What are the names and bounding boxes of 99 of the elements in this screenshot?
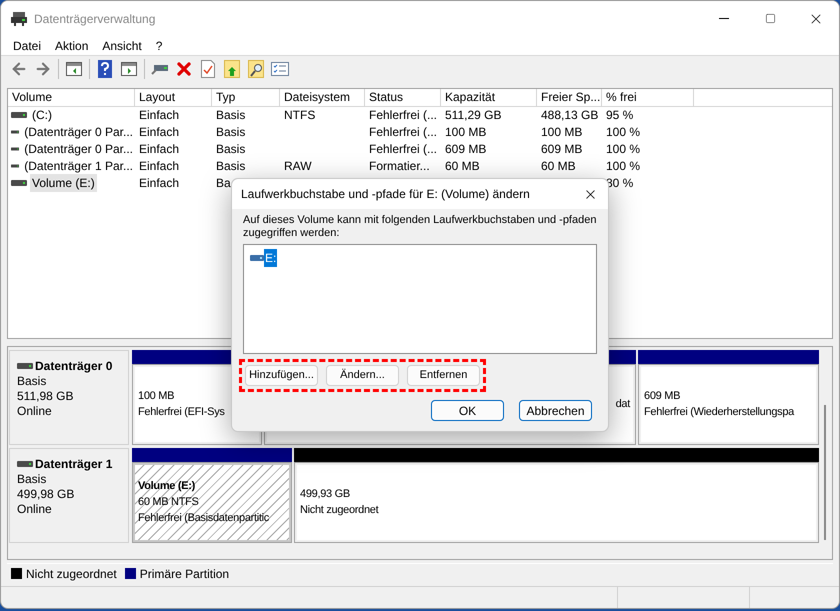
panel-icon	[66, 62, 82, 76]
menu-item[interactable]: Aktion	[49, 36, 94, 54]
menu-item[interactable]: Datei	[7, 36, 48, 54]
table-cell-text: Basis	[215, 107, 246, 124]
table-cell-text: NTFS	[283, 107, 316, 124]
partition-title: Volume (E:)	[138, 479, 196, 494]
disk-size: 499,98 GB	[17, 486, 76, 502]
column-header[interactable]: Freier Sp...	[537, 88, 602, 107]
disk-label-panel[interactable]: Datenträger 1 Basis 499,98 GB Online	[9, 448, 129, 543]
table-cell-text: 100 MB	[444, 124, 488, 142]
partition-text: 100 MB	[138, 389, 176, 404]
table-cell-text: Einfach	[138, 124, 180, 142]
drive-icon	[17, 362, 33, 370]
help-icon	[98, 60, 112, 78]
action-button[interactable]: Entfernen	[407, 365, 480, 386]
table-cell-text: Basis	[215, 141, 246, 158]
partition-text: 60 MB NTFS	[138, 495, 200, 510]
table-cell-text: Basis	[215, 124, 246, 142]
drive-icon	[151, 62, 169, 75]
table-cell-text: Einfach	[138, 107, 180, 124]
disk-type: Basis	[17, 374, 48, 389]
drive-entry[interactable]: (Datenträger 0 Par...	[22, 123, 135, 142]
forward-arrow-icon	[34, 60, 52, 78]
partition-text: Fehlerfrei (Basisdatenpartitic	[138, 511, 270, 526]
column-header[interactable]: Dateisystem	[280, 88, 365, 107]
drive-entry[interactable]: (C:)	[30, 106, 54, 124]
legend-label: Primäre Partition	[140, 566, 230, 583]
partition-block[interactable]: Volume (E:) 60 MB NTFS Fehlerfrei (Basisdatenpartitic	[132, 462, 292, 543]
column-header[interactable]: Volume	[8, 88, 135, 107]
table-cell-text: Basis	[215, 158, 246, 176]
partition-text: Fehlerfrei (EFI-Sys	[138, 405, 226, 420]
drive-icon	[11, 111, 27, 120]
action-button[interactable]: Hinzufügen...	[245, 365, 318, 386]
minimize-icon	[719, 18, 729, 19]
disk-status: Online	[17, 502, 53, 517]
search-folder-icon	[248, 60, 264, 78]
disk-type: Basis	[17, 472, 48, 487]
table-cell-text: Einfach	[138, 141, 180, 158]
table-cell-text: 609 MB	[540, 141, 584, 158]
column-header[interactable]: % frei	[602, 88, 694, 107]
table-cell-text: Einfach	[138, 158, 180, 176]
partition-text: Nicht zugeordnet	[300, 503, 380, 518]
table-cell-text: 609 MB	[444, 141, 488, 158]
table-cell-text: 95 %	[605, 107, 634, 124]
dialog-button[interactable]: Abbrechen	[519, 400, 592, 421]
menu-item[interactable]: Ansicht	[96, 36, 148, 54]
checklist-icon	[271, 62, 289, 76]
dialog-description: Auf dieses Volume kann mit folgenden Laufwerkbuchstaben und -pfaden zugegriffen werden:	[243, 214, 597, 240]
path-item[interactable]: E:	[264, 249, 278, 267]
partition-block[interactable]: 609 MB Fehlerfrei (Wiederherstellungspa	[638, 364, 819, 445]
table-cell-text: Fehlerfrei (...	[368, 141, 438, 158]
partition-text: 609 MB	[644, 389, 682, 404]
table-cell-text: Formatier...	[368, 158, 431, 176]
column-header[interactable]: Status	[365, 88, 441, 107]
drive-icon	[11, 128, 20, 136]
table-cell-text: 60 MB	[444, 158, 481, 176]
checked-document-icon	[201, 60, 215, 78]
dialog-button[interactable]: OK	[431, 400, 504, 421]
action-button[interactable]: Ändern...	[326, 365, 399, 386]
drive-icon	[17, 460, 33, 468]
partition-text: Fehlerfrei (Wiederherstellungspa	[644, 405, 796, 420]
table-cell-text: 60 MB	[540, 158, 577, 176]
drive-icon	[250, 254, 264, 262]
disk-size: 511,98 GB	[17, 388, 74, 404]
drive-entry[interactable]: (Datenträger 0 Par...	[22, 140, 135, 158]
drive-entry[interactable]: Volume (E:)	[30, 174, 97, 192]
drive-icon	[11, 162, 20, 170]
window-title: Datenträgerverwaltung	[34, 10, 156, 28]
table-cell-text: 100 %	[605, 158, 642, 176]
partition-text: 499,93 GB	[300, 487, 351, 502]
disk-status: Online	[17, 404, 53, 419]
scrollbar[interactable]	[824, 404, 826, 540]
table-cell-text: Fehlerfrei (...	[368, 107, 438, 124]
partition-text: dat	[616, 397, 630, 412]
drive-icon	[11, 179, 27, 188]
column-header[interactable]: Kapazität	[441, 88, 537, 107]
drive-icon	[11, 145, 20, 154]
drive-entry[interactable]: (Datenträger 1 Par...	[22, 157, 135, 176]
dialog-title: Laufwerkbuchstabe und -pfade für E: (Volume) ändern	[241, 186, 530, 203]
column-header[interactable]: Typ	[212, 88, 280, 107]
disk-name: Datenträger 0	[35, 358, 112, 374]
table-cell-text: 488,13 GB	[540, 107, 600, 124]
table-cell-text: 100 %	[605, 124, 642, 142]
panel-icon	[121, 62, 137, 76]
partition-block[interactable]: 499,93 GB Nicht zugeordnet	[294, 462, 819, 543]
maximize-icon	[764, 13, 776, 24]
disk-name: Datenträger 1	[35, 456, 112, 472]
table-cell-text: 100 MB	[540, 124, 584, 142]
table-cell-text: RAW	[283, 158, 313, 176]
table-cell-text: 100 %	[605, 141, 642, 158]
table-cell-text: Fehlerfrei (...	[368, 124, 438, 142]
column-header[interactable]: Layout	[135, 88, 212, 107]
legend-label: Nicht zugeordnet	[26, 566, 117, 583]
menu-item[interactable]: ?	[150, 36, 168, 54]
disk-management-icon	[11, 12, 27, 26]
table-cell-text: Einfach	[138, 175, 180, 192]
disk-label-panel[interactable]: Datenträger 0 Basis 511,98 GB Online	[9, 350, 129, 445]
table-cell-text: Ba	[215, 175, 232, 192]
table-cell-text: 511,29 GB	[444, 107, 502, 124]
